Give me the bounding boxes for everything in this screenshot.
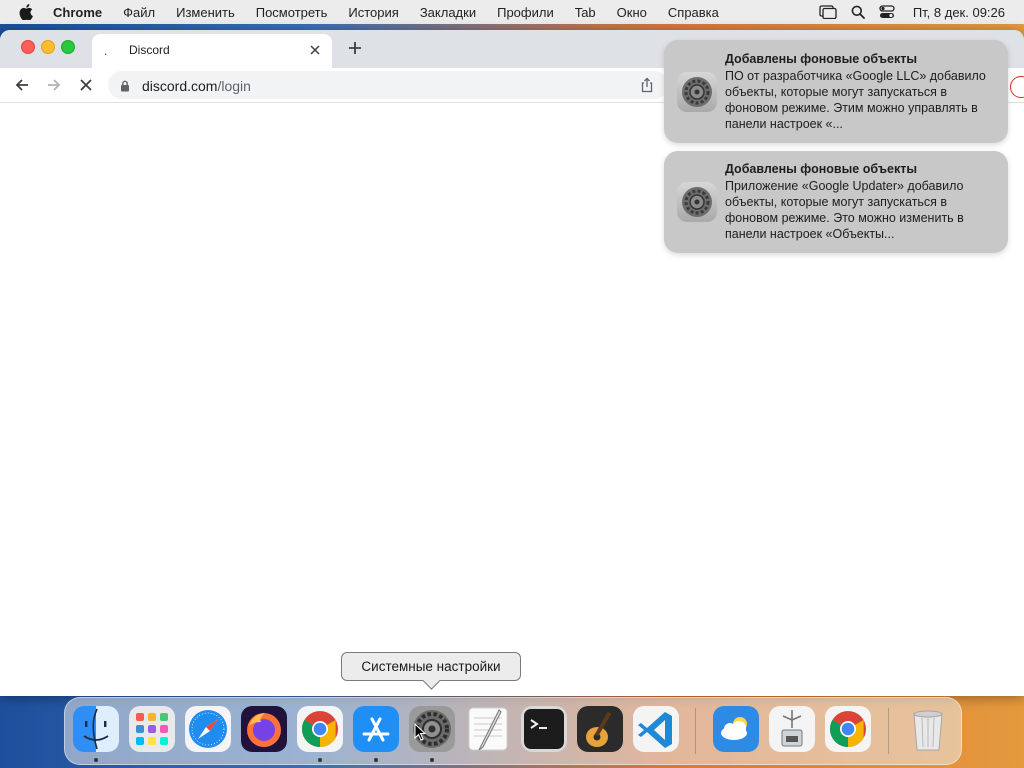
running-indicator xyxy=(430,758,434,762)
safari-icon[interactable] xyxy=(185,706,231,752)
finder-icon[interactable] xyxy=(73,706,119,752)
tab-title: Discord xyxy=(129,43,170,57)
firefox-icon[interactable] xyxy=(241,706,287,752)
launchpad-icon[interactable] xyxy=(129,706,175,752)
archive-utility-icon[interactable] xyxy=(769,706,815,752)
menu-profiles[interactable]: Профили xyxy=(497,5,554,20)
dock xyxy=(64,697,962,765)
notification-body: ПО от разработчика «Google LLC» добавило… xyxy=(725,69,986,131)
menubar-clock[interactable]: Пт, 8 дек. 09:26 xyxy=(913,5,1005,20)
weather-icon[interactable] xyxy=(713,706,759,752)
tab-discord[interactable]: . Discord xyxy=(92,34,332,68)
notification-card[interactable]: Добавлены фоновые объекты ПО от разработ… xyxy=(664,40,1008,143)
garageband-icon[interactable] xyxy=(577,706,623,752)
menu-edit[interactable]: Изменить xyxy=(176,5,235,20)
menu-tab[interactable]: Tab xyxy=(575,5,596,20)
menu-bookmarks[interactable]: Закладки xyxy=(420,5,476,20)
running-indicator xyxy=(94,758,98,762)
window-minimize-button[interactable] xyxy=(41,40,55,54)
app-name-menu[interactable]: Chrome xyxy=(53,5,102,20)
stop-loading-icon[interactable] xyxy=(77,76,95,94)
running-indicator xyxy=(374,758,378,762)
system-settings-icon xyxy=(677,72,717,112)
apple-icon[interactable] xyxy=(19,4,35,20)
share-icon[interactable] xyxy=(640,77,654,98)
menu-window[interactable]: Окно xyxy=(617,5,647,20)
lock-icon[interactable] xyxy=(120,79,130,97)
tab-close-icon[interactable] xyxy=(306,41,324,59)
textedit-icon[interactable] xyxy=(465,706,511,752)
menu-view[interactable]: Посмотреть xyxy=(256,5,328,20)
app-store-icon[interactable] xyxy=(353,706,399,752)
chrome-icon[interactable] xyxy=(297,706,343,752)
notification-card[interactable]: Добавлены фоновые объекты Приложение «Go… xyxy=(664,151,1008,253)
menu-history[interactable]: История xyxy=(348,5,398,20)
profile-avatar[interactable] xyxy=(1010,76,1024,98)
dock-separator xyxy=(695,708,696,754)
system-settings-icon xyxy=(677,182,717,222)
tab-loading-indicator: . xyxy=(104,44,108,58)
control-center-icon[interactable] xyxy=(879,5,895,19)
trash-icon[interactable] xyxy=(905,706,951,752)
menu-help[interactable]: Справка xyxy=(668,5,719,20)
url-text[interactable]: discord.com/login xyxy=(142,78,251,94)
notification-title: Добавлены фоновые объекты xyxy=(725,162,917,176)
screen-mirroring-icon[interactable] xyxy=(819,5,837,19)
dock-tooltip: Системные настройки xyxy=(341,652,521,690)
vscode-icon[interactable] xyxy=(633,706,679,752)
back-arrow-icon[interactable] xyxy=(13,76,31,94)
spotlight-search-icon[interactable] xyxy=(851,5,865,19)
forward-arrow-icon[interactable] xyxy=(45,76,63,94)
terminal-icon[interactable] xyxy=(521,706,567,752)
mouse-cursor-icon xyxy=(414,722,427,746)
running-indicator xyxy=(318,758,322,762)
dock-separator xyxy=(888,708,889,754)
url-path: /login xyxy=(217,78,251,94)
new-tab-button[interactable] xyxy=(345,38,365,58)
window-zoom-button[interactable] xyxy=(61,40,75,54)
menu-file[interactable]: Файл xyxy=(123,5,155,20)
menu-bar: Chrome Файл Изменить Посмотреть История … xyxy=(0,0,1024,24)
address-bar[interactable]: discord.com/login xyxy=(108,71,668,99)
url-host: discord.com xyxy=(142,78,218,94)
window-close-button[interactable] xyxy=(21,40,35,54)
notification-title: Добавлены фоновые объекты xyxy=(725,52,917,66)
chrome-app-icon[interactable] xyxy=(825,706,871,752)
notification-body: Приложение «Google Updater» добавило объ… xyxy=(725,179,964,241)
